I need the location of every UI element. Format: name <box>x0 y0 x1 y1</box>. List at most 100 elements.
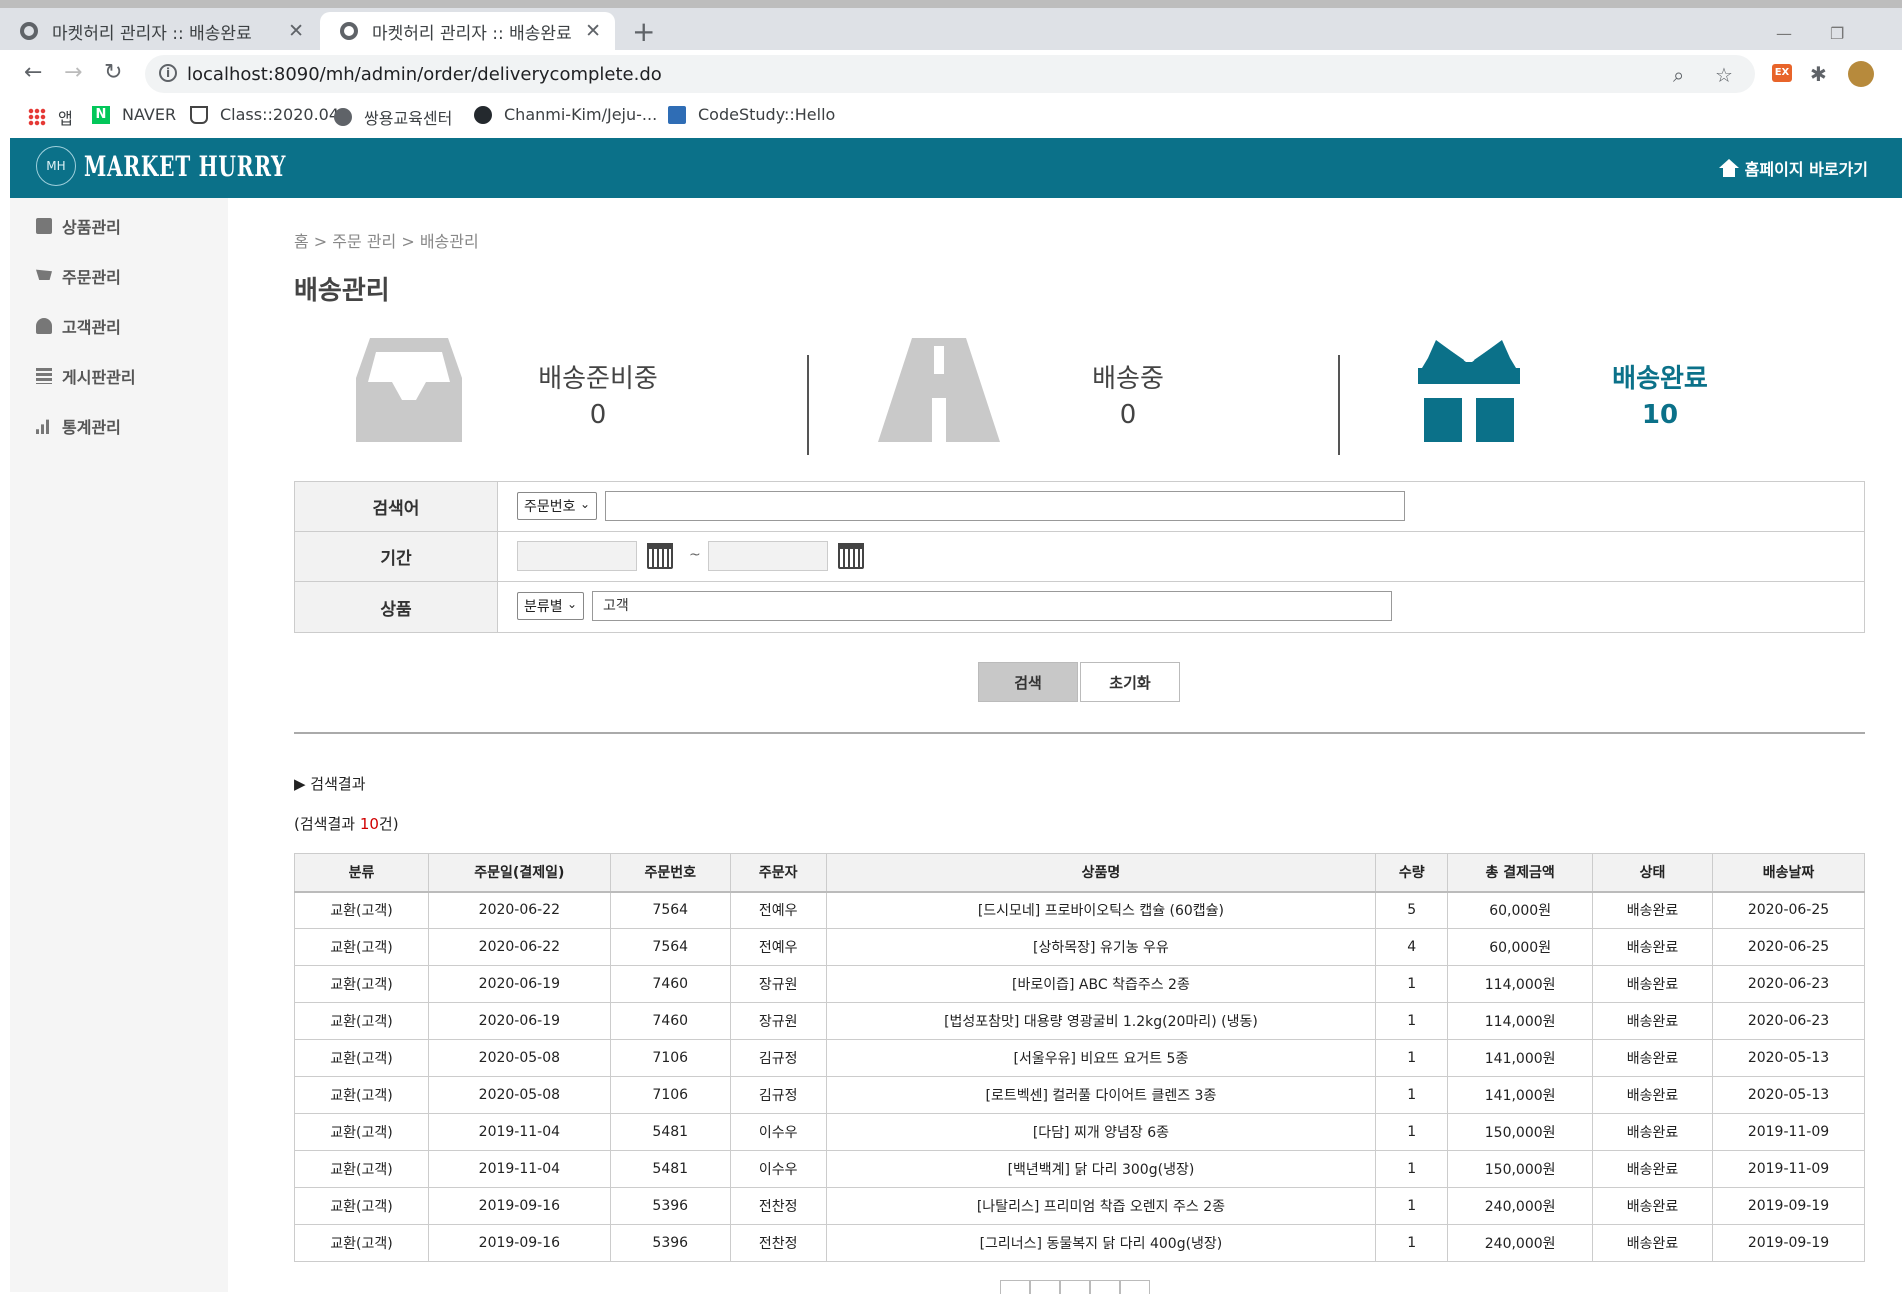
browser-toolbar: ← → ↻ i localhost:8090/mh/admin/order/de… <box>0 50 1902 98</box>
keyword-type-select[interactable]: 주문번호 ⌄ <box>517 492 597 520</box>
reload-icon[interactable]: ↻ <box>104 60 122 85</box>
table-cell: 배송완료 <box>1592 1224 1714 1262</box>
sidebar-item-boards[interactable]: 게시판관리 <box>36 364 136 388</box>
close-icon[interactable]: ✕ <box>585 20 601 42</box>
bookmarks-bar: 앱 N NAVER Class::2020.04 쌍용교육센터 Chanmi-K… <box>0 98 1902 138</box>
table-cell: 교환(고객) <box>294 1039 429 1077</box>
table-cell: 전예우 <box>729 891 827 929</box>
close-icon[interactable]: ✕ <box>288 20 304 42</box>
status-divider <box>807 355 809 455</box>
bookmark-naver[interactable]: N NAVER <box>92 105 176 124</box>
sidebar-item-label: 고객관리 <box>62 318 121 337</box>
sidebar-item-label: 게시판관리 <box>62 368 136 387</box>
table-cell: 1 <box>1375 1002 1449 1040</box>
column-header: 분류 <box>294 853 429 893</box>
sidebar-item-orders[interactable]: 주문관리 <box>36 264 121 288</box>
table-cell: 이수우 <box>729 1113 827 1151</box>
zoom-icon[interactable]: ⌕ <box>1673 63 1684 87</box>
calendar-icon[interactable] <box>647 543 673 569</box>
status-preparing-label[interactable]: 배송준비중 <box>498 358 698 395</box>
product-input[interactable]: 고객 <box>592 591 1392 621</box>
calendar-icon[interactable] <box>838 543 864 569</box>
table-row[interactable]: 교환(고객) 2020-06-22 7564 전예우 [상하목장] 유기농 우유 4 60,… <box>294 928 1865 966</box>
status-shipping-label[interactable]: 배송중 <box>1028 358 1228 395</box>
table-cell: [드시모네] 프로바이오틱스 캡슐 (60캡슐) <box>825 891 1377 929</box>
bookmark-github[interactable]: Chanmi-Kim/Jeju-... <box>474 105 657 124</box>
table-header-row: 분류 주문일(결제일) 주문번호 주문자 상품명 수량 총 결제금액 상태 배송날짜 <box>294 853 1865 893</box>
table-cell: 150,000원 <box>1447 1113 1594 1151</box>
table-row[interactable]: 교환(고객) 2020-05-08 7106 김규정 [서울우유] 비요뜨 요거트 5종… <box>294 1039 1865 1077</box>
search-button[interactable]: 검색 <box>978 662 1078 702</box>
table-cell: [상하목장] 유기농 우유 <box>825 928 1377 966</box>
profile-avatar[interactable] <box>1848 61 1874 87</box>
period-start-input[interactable] <box>517 541 637 571</box>
status-preparing-count[interactable]: 0 <box>498 400 698 430</box>
table-row[interactable]: 교환(고객) 2019-11-04 5481 이수우 [백년백계] 닭 다리 300g(… <box>294 1150 1865 1188</box>
table-cell: 교환(고객) <box>294 1150 429 1188</box>
table-cell: 2020-06-22 <box>427 891 611 929</box>
bookmark-class[interactable]: Class::2020.04 <box>190 105 339 124</box>
sidebar-item-customers[interactable]: 고객관리 <box>36 314 121 338</box>
table-cell: 7460 <box>609 1002 731 1040</box>
status-complete-count[interactable]: 10 <box>1560 400 1760 430</box>
table-cell: 1 <box>1375 1224 1449 1262</box>
product-category-select[interactable]: 분류별 ⌄ <box>517 592 584 620</box>
results-count-prefix: (검색결과 <box>294 815 360 833</box>
keyword-input[interactable] <box>605 491 1405 521</box>
table-cell: 교환(고객) <box>294 891 429 929</box>
bookmark-apps[interactable]: 앱 <box>28 105 73 129</box>
table-cell: 배송완료 <box>1592 928 1714 966</box>
results-table: 분류 주문일(결제일) 주문번호 주문자 상품명 수량 총 결제금액 상태 배송날짜 교환(고객… <box>294 853 1865 1262</box>
table-cell: [로트벡센] 컬러풀 다이어트 클렌즈 3종 <box>825 1076 1377 1114</box>
table-cell: 4 <box>1375 928 1449 966</box>
star-icon[interactable]: ☆ <box>1715 63 1733 87</box>
keyword-label: 검색어 <box>295 482 498 531</box>
table-cell: 장규원 <box>729 965 827 1003</box>
table-row[interactable]: 교환(고객) 2019-09-16 5396 전찬정 [그리너스] 동물복지 닭 다리 … <box>294 1224 1865 1262</box>
restore-icon[interactable]: ❐ <box>1830 24 1844 43</box>
sidebar-item-products[interactable]: 상품관리 <box>36 214 121 238</box>
site-logo[interactable]: MH MARKET HURRY <box>36 146 365 186</box>
address-bar[interactable]: i localhost:8090/mh/admin/order/delivery… <box>145 55 1755 93</box>
table-cell: 2020-06-23 <box>1712 965 1865 1003</box>
bookmark-ssangyong[interactable]: 쌍용교육센터 <box>334 105 452 129</box>
table-cell: 5481 <box>609 1113 731 1151</box>
table-row[interactable]: 교환(고객) 2019-11-04 5481 이수우 [다담] 찌개 양념장 6종 1 15… <box>294 1113 1865 1151</box>
table-cell: 2019-09-16 <box>427 1224 611 1262</box>
inbox-tray-icon <box>356 338 462 442</box>
status-complete-label[interactable]: 배송완료 <box>1560 358 1760 395</box>
table-row[interactable]: 교환(고객) 2020-06-22 7564 전예우 [드시모네] 프로바이오틱스 캡슐… <box>294 891 1865 929</box>
table-cell: 1 <box>1375 1113 1449 1151</box>
browser-tab-2[interactable]: 마켓허리 관리자 :: 배송완료 ✕ <box>320 12 615 50</box>
sidebar-item-stats[interactable]: 통계관리 <box>36 414 121 438</box>
new-tab-button[interactable]: + <box>632 18 655 46</box>
column-header: 수량 <box>1375 853 1449 893</box>
table-row[interactable]: 교환(고객) 2020-06-19 7460 장규원 [바로이즙] ABC 착즙주스 2… <box>294 965 1865 1003</box>
forward-arrow-icon[interactable]: → <box>64 60 82 85</box>
table-cell: 240,000원 <box>1447 1224 1594 1262</box>
period-end-input[interactable] <box>708 541 828 571</box>
table-row[interactable]: 교환(고객) 2020-06-19 7460 장규원 [법성포참맛] 대용량 영광굴비 … <box>294 1002 1865 1040</box>
coffee-icon <box>190 105 208 124</box>
bookmark-label: 쌍용교육센터 <box>364 109 453 128</box>
reset-button[interactable]: 초기화 <box>1080 662 1180 702</box>
table-row[interactable]: 교환(고객) 2020-05-08 7106 김규정 [로트벡센] 컬러풀 다이어트 클… <box>294 1076 1865 1114</box>
table-body: 교환(고객) 2020-06-22 7564 전예우 [드시모네] 프로바이오틱스 캡슐… <box>294 891 1865 1262</box>
table-cell: 전찬정 <box>729 1224 827 1262</box>
minimize-icon[interactable]: — <box>1776 24 1792 43</box>
table-cell: 장규원 <box>729 1002 827 1040</box>
table-cell: 1 <box>1375 1150 1449 1188</box>
homepage-link[interactable]: 홈페이지 바로가기 <box>1718 156 1868 180</box>
bookmark-codestudy[interactable]: CodeStudy::Hello <box>668 105 835 124</box>
user-icon <box>36 318 52 334</box>
extensions-puzzle-icon[interactable]: ✱ <box>1810 62 1827 86</box>
table-cell: 2020-05-08 <box>427 1076 611 1114</box>
browser-tab-1[interactable]: 마켓허리 관리자 :: 배송완료 ✕ <box>0 12 318 50</box>
status-shipping-count[interactable]: 0 <box>1028 400 1228 430</box>
table-row[interactable]: 교환(고객) 2019-09-16 5396 전찬정 [나탈리스] 프리미엄 착즙 오렌… <box>294 1187 1865 1225</box>
table-cell: 교환(고객) <box>294 1002 429 1040</box>
info-icon[interactable]: i <box>159 64 177 82</box>
tab-strip: 마켓허리 관리자 :: 배송완료 ✕ 마켓허리 관리자 :: 배송완료 ✕ + … <box>0 8 1902 50</box>
extension-ex-icon[interactable]: EX <box>1772 64 1792 82</box>
back-arrow-icon[interactable]: ← <box>24 60 42 85</box>
